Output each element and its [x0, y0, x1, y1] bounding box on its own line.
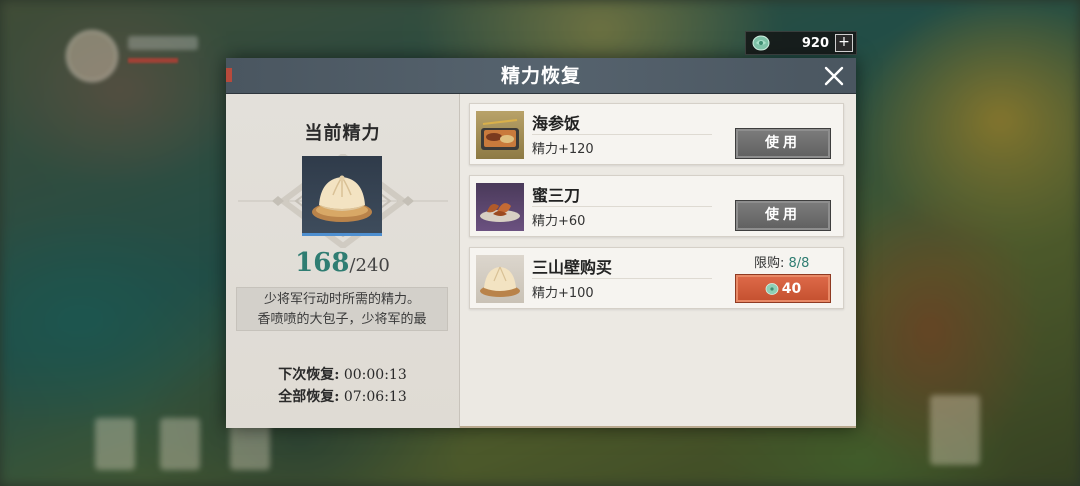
item-name: 海参饭 [532, 114, 581, 133]
current-energy-heading: 当前精力 [304, 123, 381, 144]
purchase-limit-label: 限购: [754, 256, 785, 271]
current-energy-panel: 当前精力 168/240 少将军行动时所需的精力。 香喷喷的大包子，少将军的最 [226, 94, 459, 428]
player-avatar [66, 30, 118, 82]
add-currency-button[interactable]: + [835, 34, 853, 52]
next-recovery: 下次恢复: 00:00:13 [226, 364, 459, 384]
description-line: 香喷喷的大包子，少将军的最 [257, 312, 427, 327]
energy-current: 168 [295, 248, 350, 278]
item-underline [532, 134, 712, 135]
item-effect: 精力+60 [532, 214, 586, 229]
player-name-blurred [128, 36, 198, 50]
full-recovery: 全部恢复: 07:06:13 [226, 386, 459, 406]
description-line: 少将军行动时所需的精力。 [263, 292, 420, 307]
full-recovery-time: 07:06:13 [343, 389, 407, 405]
seafood-rice-icon [481, 119, 519, 150]
list-item: 海参饭 精力+120 使用 [469, 103, 844, 165]
next-recovery-time: 00:00:13 [343, 367, 407, 383]
jade-coin-icon [752, 34, 770, 52]
energy-description: 少将军行动时所需的精力。 香喷喷的大包子，少将军的最 [236, 287, 448, 331]
item-effect: 精力+120 [532, 142, 594, 157]
item-thumb [476, 255, 524, 303]
close-button[interactable] [820, 62, 848, 90]
use-button[interactable]: 使用 [735, 128, 831, 159]
purchase-limit: 限购: 8/8 [754, 252, 809, 271]
item-name: 三山壁购买 [532, 258, 613, 277]
dialog-header: 精力恢复 [226, 58, 856, 94]
buy-price: 40 [781, 280, 802, 297]
energy-max: /240 [349, 255, 390, 276]
energy-value: 168/240 [226, 248, 459, 278]
currency-bar: 920 + [745, 31, 857, 55]
bottom-menu-button [95, 418, 135, 470]
steamed-bun-icon [480, 266, 520, 297]
dialog-title: 精力恢复 [500, 65, 581, 87]
bottom-menu-button [160, 418, 200, 470]
energy-item-frame [302, 156, 382, 236]
item-name: 蜜三刀 [532, 186, 581, 205]
item-thumb [476, 111, 524, 159]
panel-divider [459, 94, 460, 428]
close-icon [824, 66, 844, 86]
jade-coin-icon [765, 282, 779, 295]
item-underline [532, 206, 712, 207]
bottom-menu-button [930, 395, 980, 465]
currency-amount: 920 [801, 35, 829, 51]
item-thumb [476, 183, 524, 231]
item-underline [532, 278, 712, 279]
item-effect: 精力+100 [532, 286, 594, 301]
steamed-bun-icon [312, 175, 372, 222]
list-item: 三山壁购买 精力+100 限购: 8/8 40 [469, 247, 844, 309]
next-recovery-label: 下次恢复: [278, 367, 340, 383]
player-health-bar [128, 58, 178, 63]
list-item: 蜜三刀 精力+60 使用 [469, 175, 844, 237]
purchase-limit-value: 8/8 [788, 256, 810, 271]
honey-pastry-icon [480, 203, 520, 222]
energy-restore-dialog: 精力恢复 当前精力 168/240 少将军行动时所需的精力。 香喷喷的大包子，少… [226, 58, 856, 428]
use-button[interactable]: 使用 [735, 200, 831, 231]
buy-button[interactable]: 40 [735, 274, 831, 303]
full-recovery-label: 全部恢复: [278, 389, 340, 405]
